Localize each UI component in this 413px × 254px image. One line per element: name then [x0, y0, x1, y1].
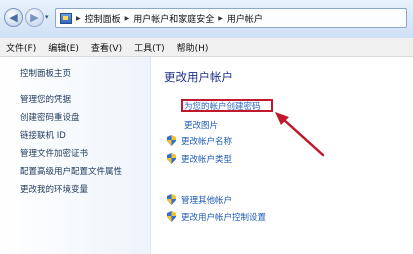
sidebar-item-control-panel-home[interactable]: 控制面板主页: [20, 67, 71, 79]
address-bar: ◀ ▶ ▾ ▶ 控制面板 ▶ 用户帐户和家庭安全 ▶ 用户帐户: [0, 0, 413, 38]
sidebar-item-manage-credentials[interactable]: 管理您的凭据: [20, 93, 71, 105]
menu-tools[interactable]: 工具(T): [134, 41, 165, 54]
chevron-right-icon[interactable]: ▶: [76, 15, 81, 22]
sidebar-item-password-reset-disk[interactable]: 创建密码重设盘: [20, 111, 80, 123]
menu-help[interactable]: 帮助(H): [177, 41, 209, 54]
history-dropdown-icon[interactable]: ▾: [45, 13, 49, 21]
sidebar-item-advanced-profile-properties[interactable]: 配置高级用户配置文件属性: [20, 165, 122, 177]
menu-edit[interactable]: 编辑(E): [48, 41, 79, 54]
menu-file[interactable]: 文件(F): [6, 41, 36, 54]
menu-view[interactable]: 查看(V): [91, 41, 122, 54]
sidebar-item-link-online-id[interactable]: 链接联机 ID: [20, 129, 66, 141]
breadcrumb-item[interactable]: 控制面板: [85, 12, 121, 25]
chevron-right-icon[interactable]: ▶: [125, 15, 130, 22]
control-panel-icon: [60, 12, 72, 24]
sidebar: 控制面板主页 管理您的凭据 创建密码重设盘 链接联机 ID 管理文件加密证书 配…: [0, 57, 151, 254]
sidebar-item-environment-variables[interactable]: 更改我的环境变量: [20, 183, 88, 195]
forward-button[interactable]: ▶: [25, 8, 44, 27]
sidebar-item-file-encryption-certificates[interactable]: 管理文件加密证书: [20, 147, 88, 159]
chevron-right-icon[interactable]: ▶: [218, 15, 223, 22]
main-content: 更改用户帐户 为您的帐户创建密码 更改图片 更改帐户名称 更改帐户类型 管理其他…: [151, 57, 413, 254]
annotation-arrow-icon: [275, 112, 325, 157]
breadcrumb-item[interactable]: 用户帐户: [227, 12, 263, 25]
breadcrumb-item[interactable]: 用户帐户和家庭安全: [133, 12, 214, 25]
menu-bar: 文件(F) 编辑(E) 查看(V) 工具(T) 帮助(H): [0, 38, 413, 57]
breadcrumb[interactable]: ▶ 控制面板 ▶ 用户帐户和家庭安全 ▶ 用户帐户: [55, 8, 407, 28]
back-button[interactable]: ◀: [4, 8, 23, 27]
